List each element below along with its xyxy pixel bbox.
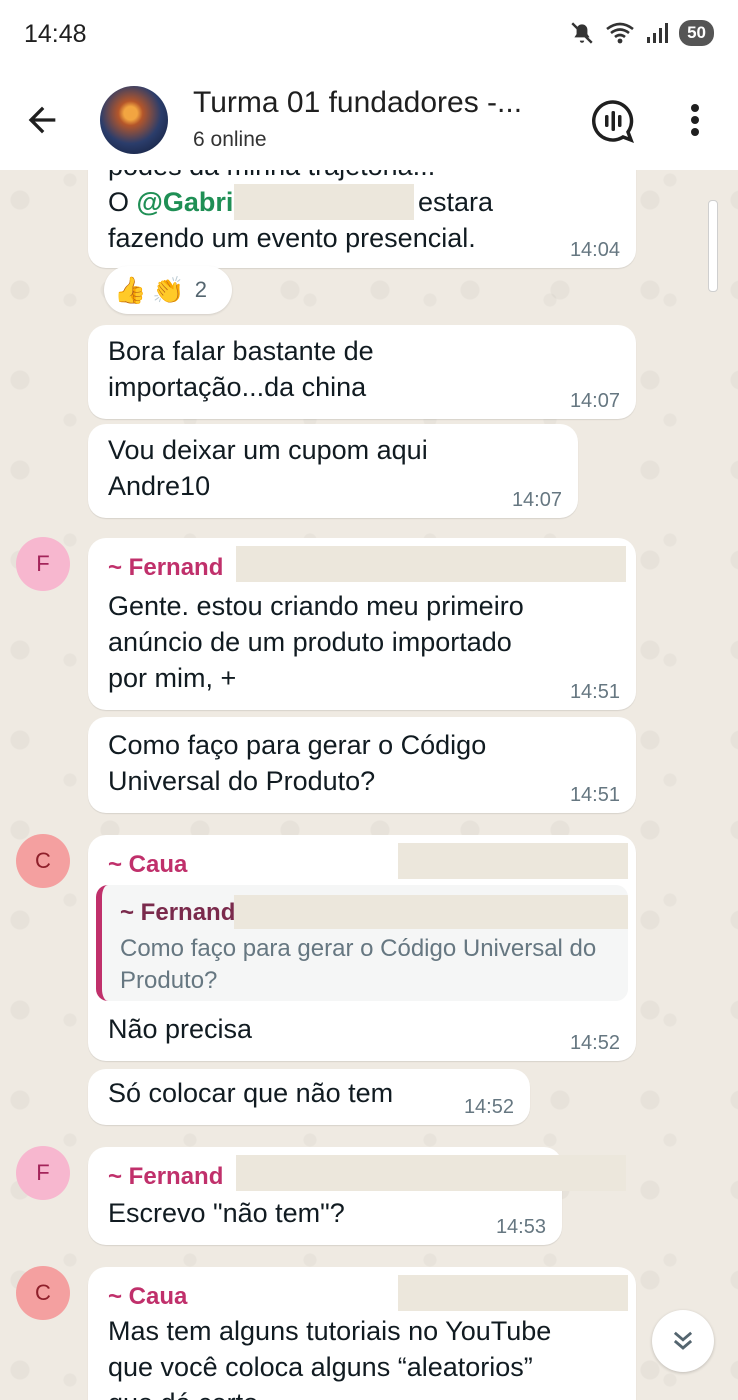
message-bubble[interactable]: Como faço para gerar o Código Universal … bbox=[88, 717, 636, 813]
clapping-hands-icon: 👏 bbox=[152, 274, 185, 305]
group-online-count: 6 online bbox=[193, 128, 267, 151]
status-bar: 14:48 50 bbox=[0, 0, 738, 70]
sender-avatar[interactable]: F bbox=[16, 1146, 70, 1200]
wifi-icon bbox=[606, 22, 634, 44]
message-time: 14:04 bbox=[569, 239, 620, 261]
quoted-sender-name: ~ Fernand bbox=[120, 899, 236, 926]
message-text: anúncio de um produto importado bbox=[108, 627, 512, 657]
thumbs-up-icon: 👍 bbox=[114, 274, 147, 305]
message-text: podes da minha trajetória... bbox=[108, 170, 435, 184]
message-text: O @Gabri bbox=[108, 184, 233, 220]
group-avatar[interactable] bbox=[100, 86, 168, 154]
reaction-count: 2 bbox=[194, 277, 207, 302]
message-time: 14:07 bbox=[511, 489, 562, 511]
arrow-left-icon bbox=[28, 106, 56, 134]
quoted-message[interactable]: ~ Fernand Como faço para gerar o Código … bbox=[96, 885, 628, 1001]
sender-name[interactable]: ~ Fernand bbox=[108, 1159, 223, 1195]
message-bubble[interactable]: Bora falar bastante de importação...da c… bbox=[88, 325, 636, 419]
redacted-area bbox=[236, 546, 626, 582]
quoted-text: Como faço para gerar o Código Universal … bbox=[120, 935, 597, 994]
message-list[interactable]: podes da minha trajetória... O @Gabri es… bbox=[0, 170, 738, 1400]
message-text: Vou deixar um cupom aqui bbox=[108, 435, 428, 465]
sender-avatar[interactable]: C bbox=[16, 834, 70, 888]
message-time: 14:51 bbox=[569, 784, 620, 806]
redacted-area bbox=[398, 843, 628, 879]
redacted-area bbox=[236, 1155, 626, 1191]
status-icons: 50 bbox=[569, 20, 714, 46]
message-time: 14:53 bbox=[495, 1216, 546, 1238]
battery-indicator: 50 bbox=[679, 20, 714, 46]
message-text: Escrevo "não tem"? bbox=[108, 1198, 345, 1228]
message-bubble[interactable]: podes da minha trajetória... O @Gabri es… bbox=[88, 170, 636, 268]
message-text: Como faço para gerar o Código bbox=[108, 730, 487, 760]
message-bubble[interactable]: ~ Caua Mas tem alguns tutoriais no YouTu… bbox=[88, 1267, 636, 1400]
message-text: Só colocar que não tem bbox=[108, 1078, 394, 1108]
message-text: Bora falar bastante de bbox=[108, 336, 374, 366]
message-bubble[interactable]: ~ Fernand Escrevo "não tem"? 14:53 bbox=[88, 1147, 626, 1245]
voice-chat-icon bbox=[592, 100, 634, 143]
redacted-area bbox=[398, 1275, 628, 1311]
message-text: por mim, + bbox=[108, 663, 237, 693]
sender-name[interactable]: ~ Caua bbox=[108, 1279, 187, 1315]
message-time: 14:52 bbox=[569, 1032, 620, 1054]
message-bubble[interactable]: Vou deixar um cupom aqui Andre10 14:07 bbox=[88, 424, 578, 518]
overflow-menu-button[interactable] bbox=[680, 100, 710, 140]
group-title[interactable]: Turma 01 fundadores -... bbox=[193, 86, 558, 120]
voice-chat-button[interactable] bbox=[590, 98, 636, 144]
message-time: 14:07 bbox=[569, 390, 620, 412]
message-text: Universal do Produto? bbox=[108, 766, 376, 796]
message-text: Mas tem alguns tutoriais no YouTube bbox=[108, 1316, 552, 1346]
message-text: que dá certo bbox=[108, 1385, 258, 1400]
message-text: Não precisa bbox=[108, 1014, 253, 1044]
status-time: 14:48 bbox=[24, 20, 87, 48]
message-text: fazendo um evento presencial. bbox=[108, 223, 476, 253]
message-text: Andre10 bbox=[108, 471, 211, 501]
sender-name[interactable]: ~ Caua bbox=[108, 847, 187, 883]
sender-name[interactable]: ~ Fernand bbox=[108, 550, 223, 586]
sender-avatar[interactable]: F bbox=[16, 537, 70, 591]
scrollbar-thumb[interactable] bbox=[708, 200, 718, 292]
message-text: que você coloca alguns “aleatorios” bbox=[108, 1352, 533, 1382]
message-bubble[interactable]: Só colocar que não tem 14:52 bbox=[88, 1069, 530, 1125]
more-vertical-icon bbox=[691, 104, 699, 136]
message-text: estara bbox=[418, 187, 494, 217]
message-text: importação...da china bbox=[108, 372, 367, 402]
sender-avatar[interactable]: C bbox=[16, 1266, 70, 1320]
message-text: Gente. estou criando meu primeiro bbox=[108, 591, 524, 621]
mute-icon bbox=[571, 22, 593, 44]
redacted-area bbox=[234, 184, 414, 220]
message-text-prefix: O bbox=[108, 187, 137, 217]
double-chevron-down-icon bbox=[673, 1331, 693, 1350]
message-reactions[interactable]: 👍 👏 2 bbox=[104, 266, 232, 314]
redacted-area bbox=[234, 895, 628, 929]
message-time: 14:52 bbox=[463, 1096, 514, 1118]
scroll-to-bottom-button[interactable] bbox=[652, 1310, 714, 1372]
signal-icon bbox=[647, 23, 669, 43]
mention-link[interactable]: @Gabri bbox=[137, 187, 234, 217]
chat-header: Turma 01 fundadores -... 6 online bbox=[0, 70, 738, 170]
message-bubble[interactable]: ~ Fernand Gente. estou criando meu prime… bbox=[88, 538, 636, 710]
back-button[interactable] bbox=[22, 100, 72, 140]
message-bubble[interactable]: ~ Caua ~ Fernand Como faço para gerar o … bbox=[88, 835, 636, 1061]
message-time: 14:51 bbox=[569, 681, 620, 703]
